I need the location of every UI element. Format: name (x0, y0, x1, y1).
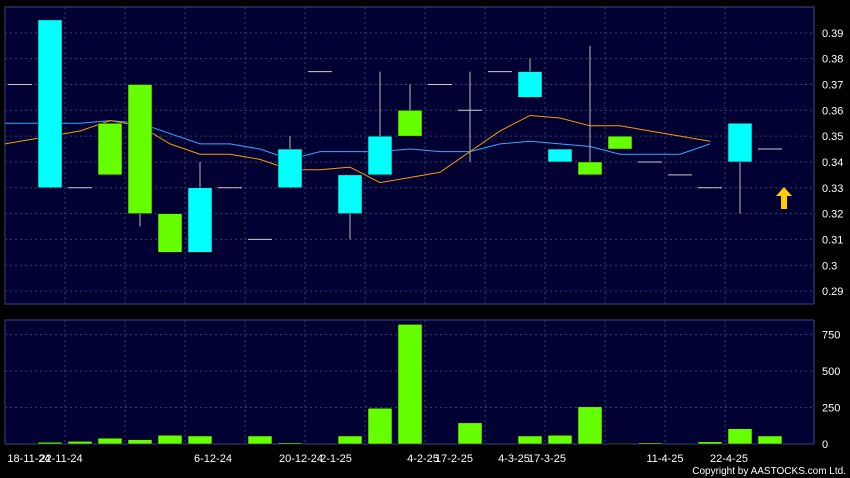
x-tick-label: 20-12-24 (279, 453, 323, 465)
volume-bar (277, 442, 303, 445)
volume-tick-label: 500 (822, 366, 840, 378)
price-tick-label: 0.33 (822, 183, 843, 195)
x-tick-label: 22-11-24 (39, 453, 82, 465)
price-tick-label: 0.35 (822, 131, 843, 143)
volume-bar (607, 443, 633, 445)
volume-bar (517, 435, 543, 445)
x-tick-label: 6-12-24 (194, 453, 232, 465)
x-axis: 18-11-2422-11-24 6-12-24 20-12-242-1-25 4-2… (7, 453, 748, 465)
candle-body (607, 135, 633, 150)
x-tick-label: 2-1-25 (320, 453, 352, 465)
price-tick-label: 0.3 (822, 260, 837, 272)
x-tick-label: 11-4-25 (646, 453, 683, 465)
price-panel: 0.29 0.3 0.31 0.32 0.33 0.34 0.35 0.36 0.37 0.38 0… (4, 6, 843, 305)
candle-body (127, 84, 153, 214)
volume-bar (637, 442, 663, 445)
candle (97, 122, 123, 176)
volume-bar (127, 439, 153, 445)
volume-bar (37, 441, 63, 445)
candle-body (37, 19, 63, 189)
price-tick-label: 0.39 (822, 28, 843, 40)
candle-body (727, 122, 753, 163)
candle-body (157, 213, 183, 253)
volume-bar (187, 435, 213, 445)
candle (37, 19, 63, 189)
x-tick-label: 4-3-25 (498, 453, 530, 465)
volume-bar (97, 437, 123, 445)
candle-body (277, 148, 303, 189)
candle-body (547, 148, 573, 163)
candle (607, 135, 633, 150)
price-tick-label: 0.32 (822, 209, 843, 221)
x-tick-label: 17-2-25 (435, 453, 473, 465)
price-tick-label: 0.38 (822, 54, 843, 66)
price-tick-label: 0.37 (822, 79, 843, 91)
candle (127, 84, 153, 227)
volume-bar (67, 441, 93, 445)
price-plot-area (4, 6, 815, 305)
candle-body (187, 187, 213, 253)
volume-bar (367, 408, 393, 445)
x-tick-label: 22-4-25 (710, 453, 748, 465)
price-tick-label: 0.36 (822, 105, 843, 117)
price-tick-label: 0.34 (822, 157, 843, 169)
volume-bar (337, 435, 363, 445)
volume-bar (577, 406, 603, 445)
volume-bar (757, 435, 783, 445)
volume-bar (457, 422, 483, 445)
volume-tick-label: 0 (822, 439, 828, 451)
candle-body (397, 110, 423, 137)
candle-body (517, 71, 543, 98)
volume-bar (727, 428, 753, 445)
volume-bar (157, 434, 183, 445)
candle-body (337, 174, 363, 214)
price-tick-label: 0.29 (822, 286, 843, 298)
volume-tick-label: 250 (822, 403, 840, 415)
candle-body (577, 161, 603, 176)
volume-bar (247, 435, 273, 445)
volume-bar (697, 441, 723, 445)
stock-chart: 0.29 0.3 0.31 0.32 0.33 0.34 0.35 0.36 0.37 0.38 0… (4, 6, 843, 465)
candle-body (367, 135, 393, 176)
candle-body (97, 122, 123, 176)
x-tick-label: 17-3-25 (528, 453, 566, 465)
volume-bar (397, 324, 423, 445)
copyright-text: Copyright by AASTOCKS.com Ltd. (692, 466, 846, 477)
price-tick-label: 0.31 (822, 234, 843, 246)
volume-bar (547, 434, 573, 445)
candle (547, 148, 573, 163)
volume-tick-label: 750 (822, 330, 840, 342)
candle (157, 213, 183, 253)
volume-panel: 0 250 500 750 (4, 319, 840, 451)
